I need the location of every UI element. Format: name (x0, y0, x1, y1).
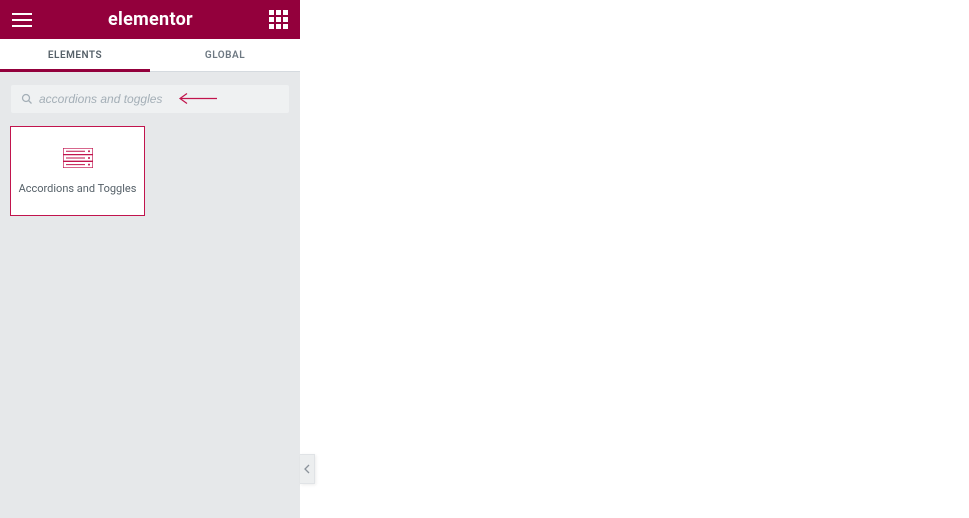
search-input[interactable] (39, 92, 279, 106)
accordion-icon (63, 148, 93, 168)
widget-label: Accordions and Toggles (19, 182, 137, 195)
widget-accordions-and-toggles[interactable]: Accordions and Toggles (10, 126, 145, 216)
tab-elements[interactable]: ELEMENTS (0, 39, 150, 71)
hamburger-menu-icon[interactable] (12, 10, 32, 30)
apps-grid-icon[interactable] (269, 10, 288, 29)
collapse-panel-button[interactable] (300, 454, 315, 484)
panel-tabs: ELEMENTS GLOBAL (0, 39, 300, 72)
widgets-grid: Accordions and Toggles (0, 126, 300, 216)
search-row (0, 72, 300, 126)
tab-global[interactable]: GLOBAL (150, 39, 300, 71)
search-container (10, 84, 290, 114)
elementor-panel: elementor ELEMENTS GLOBAL (0, 0, 300, 518)
panel-header: elementor (0, 0, 300, 39)
search-icon (21, 93, 33, 105)
brand-title: elementor (108, 9, 193, 30)
